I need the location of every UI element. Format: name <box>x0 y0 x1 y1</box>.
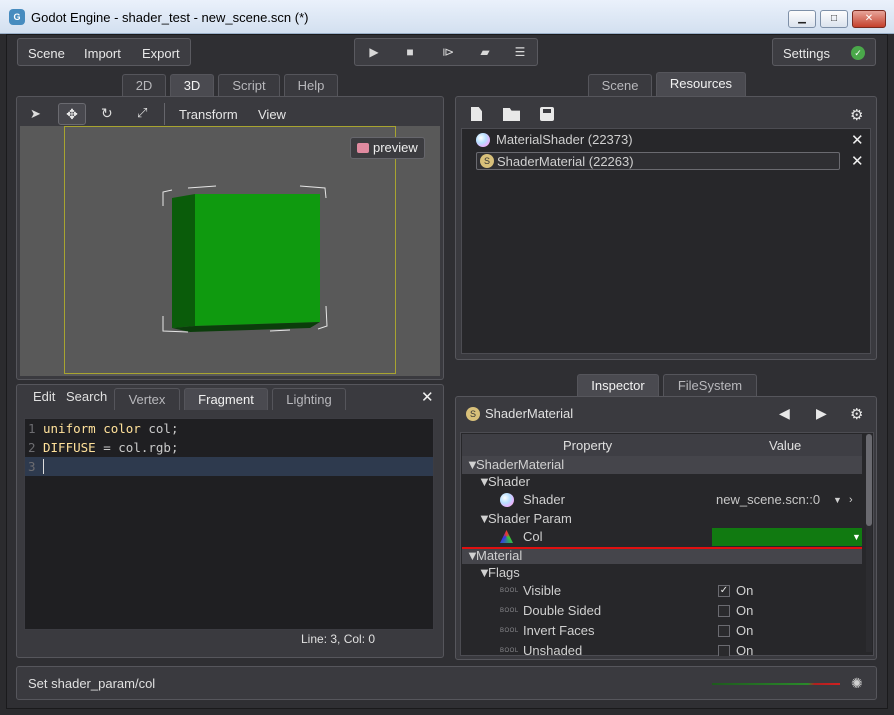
category-shadermaterial[interactable]: ▼ ShaderMaterial <box>462 456 862 474</box>
back-arrow-icon[interactable]: ◀ <box>779 405 790 422</box>
code-line-current: 3 <box>25 457 433 476</box>
list-icon[interactable]: ☰ <box>513 45 527 59</box>
bool-icon: BOOL <box>500 628 519 634</box>
shader-material-icon: S <box>466 407 480 421</box>
save-resource-icon[interactable] <box>540 107 554 121</box>
property-grid-header: Property Value <box>462 434 862 456</box>
cursor-position: Line: 3, Col: 0 <box>301 632 376 646</box>
move-tool-icon[interactable]: ✥ <box>58 103 86 125</box>
bool-icon: BOOL <box>500 648 519 654</box>
scene-menu[interactable]: Scene <box>28 43 65 65</box>
dropdown-arrow-icon[interactable]: ▼ <box>852 528 861 546</box>
shader-value[interactable]: new_scene.scn::0 <box>716 491 820 509</box>
stop-icon[interactable]: ■ <box>403 45 417 59</box>
property-row-unshaded[interactable]: BOOL Unshaded On <box>462 642 862 656</box>
tab-3d[interactable]: 3D <box>170 74 214 96</box>
unshaded-checkbox[interactable] <box>718 645 730 656</box>
play-scene-icon[interactable]: ⧐ <box>441 45 455 59</box>
text-caret <box>43 459 44 474</box>
minimize-button[interactable]: ▁ <box>788 10 816 28</box>
playback-toolbar: ▶ ■ ⧐ ▰ ☰ <box>354 38 538 66</box>
dropdown-arrow-icon[interactable]: ▼ <box>833 491 842 509</box>
forward-arrow-icon[interactable]: ▶ <box>816 405 827 422</box>
list-item-selected[interactable]: S ShaderMaterial (22263) <box>476 152 840 170</box>
select-tool-icon[interactable]: ➤ <box>30 106 41 122</box>
close-window-button[interactable]: ✕ <box>852 10 886 28</box>
inspected-object-name: ShaderMaterial <box>485 406 574 421</box>
remove-resource-icon[interactable]: ✕ <box>851 131 864 149</box>
code-line: 1 uniform color col; <box>28 421 179 436</box>
resource-settings-gear-icon[interactable]: ⚙ <box>850 106 863 124</box>
inspector-settings-gear-icon[interactable]: ⚙ <box>850 405 863 423</box>
property-row-invert-faces[interactable]: BOOL Invert Faces On <box>462 622 862 640</box>
double-sided-checkbox[interactable] <box>718 605 730 617</box>
property-row-visible[interactable]: BOOL Visible ✓ On <box>462 582 862 600</box>
spinner-icon: ✺ <box>851 675 863 691</box>
property-row-shader[interactable]: Shader new_scene.scn::0 ▼ › <box>462 491 862 509</box>
category-shader[interactable]: ▼ Shader <box>462 473 862 491</box>
tab-fragment[interactable]: Fragment <box>184 388 268 410</box>
scrollbar-thumb[interactable] <box>866 434 872 526</box>
tab-filesystem[interactable]: FileSystem <box>663 374 757 396</box>
tab-help[interactable]: Help <box>284 74 338 96</box>
tab-script[interactable]: Script <box>218 74 280 96</box>
window-titlebar: G Godot Engine - shader_test - new_scene… <box>0 0 894 34</box>
preview-button[interactable]: preview <box>350 137 425 159</box>
settings-box: Settings ✓ <box>772 38 876 66</box>
activity-meter <box>712 683 840 685</box>
tab-vertex[interactable]: Vertex <box>114 388 180 410</box>
bool-icon: BOOL <box>500 608 519 614</box>
camera-icon <box>357 143 369 153</box>
bool-icon: BOOL <box>500 588 519 594</box>
category-shader-param[interactable]: ▼ Shader Param <box>462 510 862 528</box>
visible-checkbox[interactable]: ✓ <box>718 585 730 597</box>
ok-status-icon: ✓ <box>851 46 865 60</box>
export-menu[interactable]: Export <box>142 43 180 65</box>
category-flags[interactable]: ▼ Flags <box>462 564 862 582</box>
maximize-button[interactable]: □ <box>820 10 848 28</box>
close-editor-icon[interactable]: ✕ <box>421 388 434 406</box>
shader-material-icon: S <box>480 154 494 168</box>
code-editor[interactable]: 1 uniform color col; 2 DIFFUSE = col.rgb… <box>24 418 434 630</box>
invert-faces-checkbox[interactable] <box>718 625 730 637</box>
material-shader-icon <box>476 133 490 147</box>
inspector-scrollbar[interactable] <box>866 434 872 652</box>
tab-inspector[interactable]: Inspector <box>577 374 659 396</box>
list-item[interactable]: MaterialShader (22373) <box>476 131 836 149</box>
3d-viewport[interactable]: preview <box>20 126 440 376</box>
col-color-swatch[interactable] <box>712 528 862 546</box>
settings-menu[interactable]: Settings <box>783 43 830 65</box>
property-row-double-sided[interactable]: BOOL Double Sided On <box>462 602 862 620</box>
cube-mesh[interactable] <box>20 126 440 376</box>
view-menu[interactable]: View <box>258 107 286 122</box>
window-title: Godot Engine - shader_test - new_scene.s… <box>31 10 309 25</box>
godot-logo-icon: G <box>9 9 25 25</box>
main-menu-bar: Scene Import Export <box>17 38 191 66</box>
chevron-right-icon[interactable]: › <box>849 491 853 509</box>
material-shader-icon <box>500 493 514 507</box>
edit-menu[interactable]: Edit <box>33 389 55 404</box>
scale-tool-icon[interactable]: ⤢ <box>137 105 147 121</box>
search-menu[interactable]: Search <box>66 389 107 404</box>
import-menu[interactable]: Import <box>84 43 121 65</box>
open-folder-icon[interactable]: ▰ <box>478 45 492 59</box>
play-icon[interactable]: ▶ <box>367 45 381 59</box>
property-row-col[interactable]: Col ▼ <box>462 528 862 546</box>
category-material[interactable]: ▼ Material <box>462 549 862 564</box>
tab-2d[interactable]: 2D <box>122 74 166 96</box>
tab-resources[interactable]: Resources <box>656 72 746 96</box>
rotate-tool-icon[interactable]: ↻ <box>101 105 113 122</box>
color-icon <box>500 530 513 543</box>
remove-resource-icon[interactable]: ✕ <box>851 152 864 170</box>
transform-menu[interactable]: Transform <box>179 107 238 122</box>
status-text: Set shader_param/col <box>28 676 156 691</box>
tab-scene-dock[interactable]: Scene <box>588 74 652 96</box>
code-line: 2 DIFFUSE = col.rgb; <box>28 440 179 455</box>
tab-lighting[interactable]: Lighting <box>272 388 346 410</box>
toolbar-divider <box>164 103 165 125</box>
